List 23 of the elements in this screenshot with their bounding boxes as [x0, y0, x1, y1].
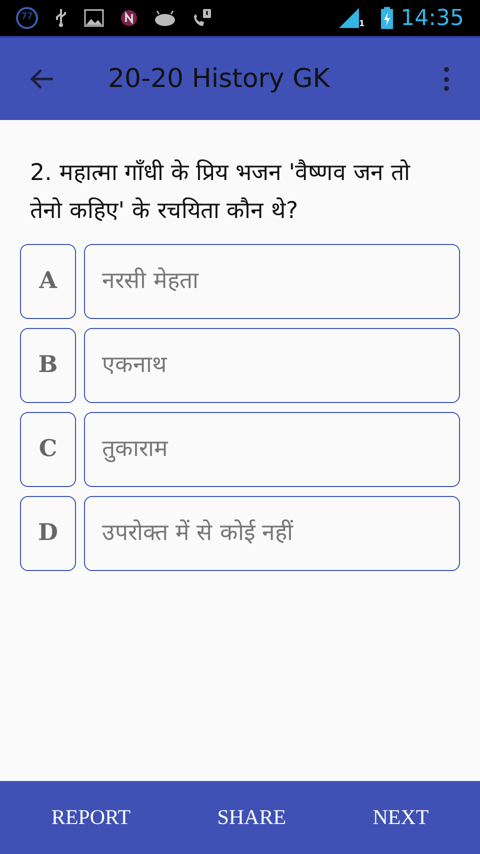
- option-letter: A: [20, 244, 76, 319]
- app-title: 20-20 History GK: [108, 62, 330, 96]
- answer-option[interactable]: नरसी मेहता: [84, 244, 460, 319]
- answer-option[interactable]: तुकाराम: [84, 412, 460, 487]
- answer-option[interactable]: एकनाथ: [84, 328, 460, 403]
- android-icon: [154, 10, 176, 26]
- question-text: 2. महात्मा गाँधी के प्रिय भजन 'वैष्णव जन तो तेनो कहिए' के रचयिता कौन थे?: [29, 158, 412, 226]
- sim-number: 1: [359, 20, 365, 28]
- usb-icon: [54, 8, 68, 28]
- option-letter: B: [20, 328, 76, 403]
- back-arrow-icon: [30, 68, 54, 90]
- bottom-action-button[interactable]: SHARE: [201, 794, 302, 842]
- image-icon: [84, 9, 104, 27]
- clock: 14:35: [400, 4, 464, 32]
- notification-badge: 77: [16, 7, 38, 29]
- bottom-action-button[interactable]: REPORT: [35, 794, 147, 842]
- bottom-action-button[interactable]: NEXT: [356, 794, 445, 842]
- option-letter: D: [20, 496, 76, 571]
- phone-alert-icon: [192, 8, 212, 28]
- option-letter: C: [20, 412, 76, 487]
- battery-charging-icon: [380, 7, 393, 29]
- signal-icon: [339, 8, 360, 28]
- answer-option[interactable]: उपरोक्त में से कोई नहीं: [84, 496, 460, 571]
